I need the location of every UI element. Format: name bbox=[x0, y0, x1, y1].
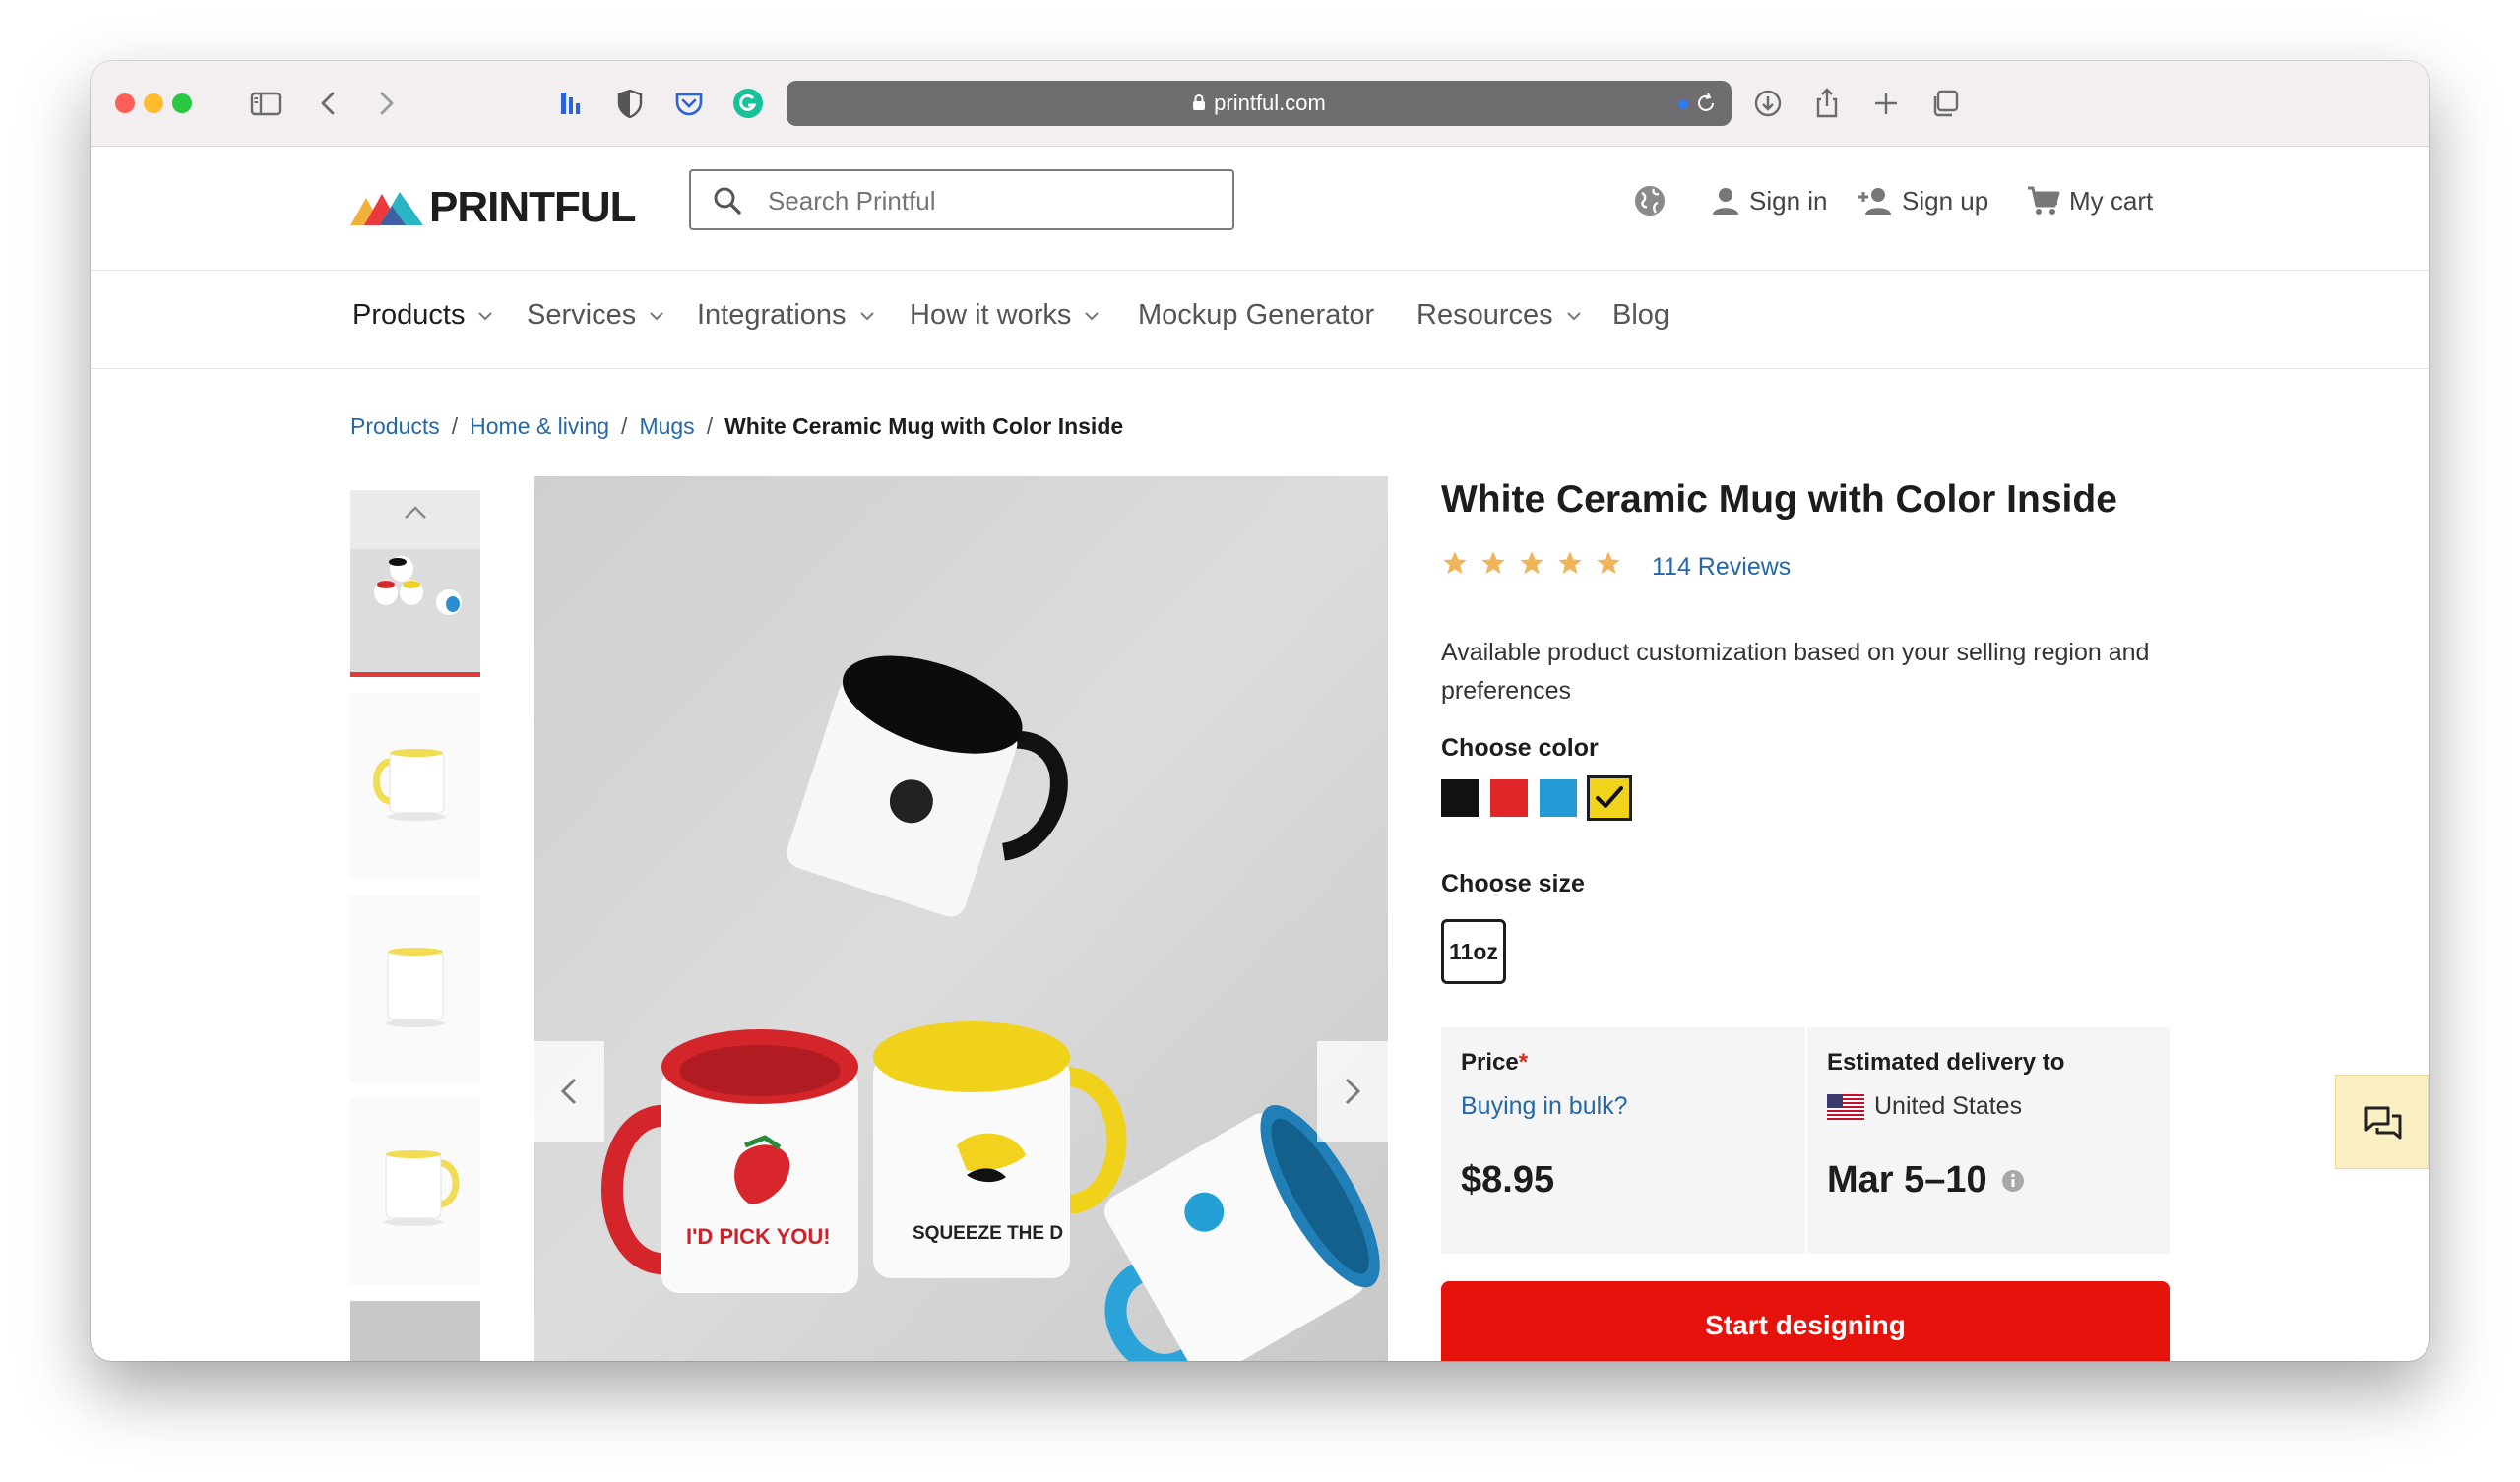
chevron-right-icon bbox=[1345, 1078, 1361, 1105]
product-info-panel: White Ceramic Mug with Color Inside 114 … bbox=[1441, 61, 2170, 1361]
buying-in-bulk-link[interactable]: Buying in bulk? bbox=[1461, 1092, 1628, 1121]
thumbnail-4[interactable] bbox=[350, 1098, 480, 1285]
search-input[interactable] bbox=[766, 171, 1203, 230]
chat-widget-button[interactable] bbox=[2335, 1075, 2429, 1169]
breadcrumb-separator: / bbox=[706, 413, 714, 439]
delivery-date-text: Mar 5–10 bbox=[1827, 1159, 1987, 1201]
chat-icon bbox=[2364, 1106, 2402, 1140]
thumbnail-2[interactable] bbox=[350, 693, 480, 880]
breadcrumb-home-living[interactable]: Home & living bbox=[470, 413, 609, 440]
delivery-date: Mar 5–10 bbox=[1827, 1159, 2025, 1202]
logo-text: PRINTFUL bbox=[429, 183, 637, 231]
color-swatch-yellow[interactable] bbox=[1587, 775, 1632, 821]
chevron-down-icon bbox=[650, 311, 663, 320]
thumbnail-5[interactable] bbox=[350, 1301, 480, 1361]
breadcrumb-current: White Ceramic Mug with Color Inside bbox=[724, 413, 1124, 439]
thumbnail-1[interactable] bbox=[350, 490, 480, 677]
url-text: printful.com bbox=[1214, 91, 1326, 115]
nav-mockup-generator[interactable]: Mockup Generator bbox=[1138, 299, 1374, 332]
rating-stars bbox=[1441, 549, 1633, 577]
color-swatch-black[interactable] bbox=[1441, 779, 1479, 817]
divider bbox=[1805, 1027, 1807, 1254]
breadcrumb-separator: / bbox=[451, 413, 459, 439]
price-label-text: Price bbox=[1461, 1049, 1519, 1076]
breadcrumb-separator: / bbox=[621, 413, 628, 439]
us-flag-icon bbox=[1827, 1093, 1864, 1120]
close-window-button[interactable] bbox=[115, 93, 135, 113]
product-main-image: I'D PICK YOU! SQUEEZE THE D bbox=[534, 476, 1388, 1361]
start-designing-button[interactable]: Start designing bbox=[1441, 1281, 2170, 1361]
browser-window: printful.com PRINTFUL Search Printful Si… bbox=[91, 61, 2429, 1361]
zoom-window-button[interactable] bbox=[172, 93, 192, 113]
product-description: Available product customization based on… bbox=[1441, 639, 2150, 705]
star-icon bbox=[1443, 551, 1467, 575]
printful-logo[interactable]: PRINTFUL bbox=[350, 183, 637, 232]
star-icon bbox=[1558, 551, 1582, 575]
checkmark-icon bbox=[1596, 786, 1623, 808]
thumbnail-gallery bbox=[350, 490, 480, 1361]
breadcrumb-products[interactable]: Products bbox=[350, 413, 440, 440]
thumbnail-3[interactable] bbox=[350, 895, 480, 1082]
extension-bars-icon[interactable] bbox=[553, 86, 589, 121]
previous-image-button[interactable] bbox=[534, 1041, 604, 1142]
search-icon bbox=[714, 187, 741, 215]
lock-icon bbox=[1192, 82, 1206, 127]
chevron-down-icon bbox=[478, 311, 493, 320]
price-value: $8.95 bbox=[1461, 1159, 1555, 1201]
pocket-icon[interactable] bbox=[671, 86, 707, 121]
chevron-down-icon bbox=[1085, 311, 1100, 320]
choose-color-label: Choose color bbox=[1441, 734, 1599, 762]
nav-label: Mockup Generator bbox=[1138, 299, 1375, 331]
color-swatch-red[interactable] bbox=[1490, 779, 1528, 817]
star-icon bbox=[1520, 551, 1544, 575]
red-mug-text: I'D PICK YOU! bbox=[686, 1224, 831, 1249]
nav-products[interactable]: Products bbox=[352, 299, 494, 332]
delivery-country-text: United States bbox=[1874, 1092, 2023, 1120]
size-option-11oz[interactable]: 11oz bbox=[1441, 919, 1506, 984]
product-title: White Ceramic Mug with Color Inside bbox=[1441, 478, 2117, 521]
printful-logo-mark bbox=[350, 192, 423, 225]
price-delivery-box: Price* Buying in bulk? $8.95 Estimated d… bbox=[1441, 1027, 2170, 1254]
star-icon bbox=[1597, 551, 1620, 575]
choose-size-label: Choose size bbox=[1441, 870, 1585, 897]
delivery-label: Estimated delivery to bbox=[1827, 1049, 2065, 1076]
nav-label: How it works bbox=[910, 299, 1072, 331]
shield-icon[interactable] bbox=[612, 86, 648, 121]
breadcrumb-mugs[interactable]: Mugs bbox=[639, 413, 694, 440]
chevron-down-icon bbox=[859, 311, 874, 320]
nav-label: Products bbox=[352, 299, 466, 331]
delivery-country[interactable]: United States bbox=[1827, 1092, 2022, 1121]
nav-label: Integrations bbox=[697, 299, 847, 331]
reviews-link[interactable]: 114 Reviews bbox=[1652, 553, 1791, 582]
nav-label: Services bbox=[527, 299, 637, 331]
chevron-left-icon bbox=[560, 1078, 577, 1105]
back-icon[interactable] bbox=[311, 86, 346, 121]
required-asterisk: * bbox=[1518, 1049, 1529, 1076]
minimize-window-button[interactable] bbox=[144, 93, 163, 113]
breadcrumb: Products / Home & living / Mugs / White … bbox=[350, 413, 1123, 440]
info-icon[interactable] bbox=[2001, 1169, 2025, 1193]
yellow-mug-text: SQUEEZE THE D bbox=[913, 1223, 1063, 1244]
price-label: Price* bbox=[1461, 1049, 1528, 1077]
sidebar-icon[interactable] bbox=[248, 86, 284, 121]
search-box[interactable] bbox=[689, 169, 1234, 230]
star-icon bbox=[1481, 551, 1505, 575]
nav-services[interactable]: Services bbox=[527, 299, 665, 332]
next-image-button[interactable] bbox=[1317, 1041, 1388, 1142]
grammarly-icon[interactable] bbox=[730, 86, 766, 121]
color-swatch-blue[interactable] bbox=[1540, 779, 1577, 817]
chevron-up-icon[interactable] bbox=[400, 502, 431, 522]
nav-integrations[interactable]: Integrations bbox=[697, 299, 876, 332]
nav-how-it-works[interactable]: How it works bbox=[910, 299, 1101, 332]
forward-icon[interactable] bbox=[368, 86, 404, 121]
mugs-photo: I'D PICK YOU! SQUEEZE THE D bbox=[534, 476, 1388, 1361]
